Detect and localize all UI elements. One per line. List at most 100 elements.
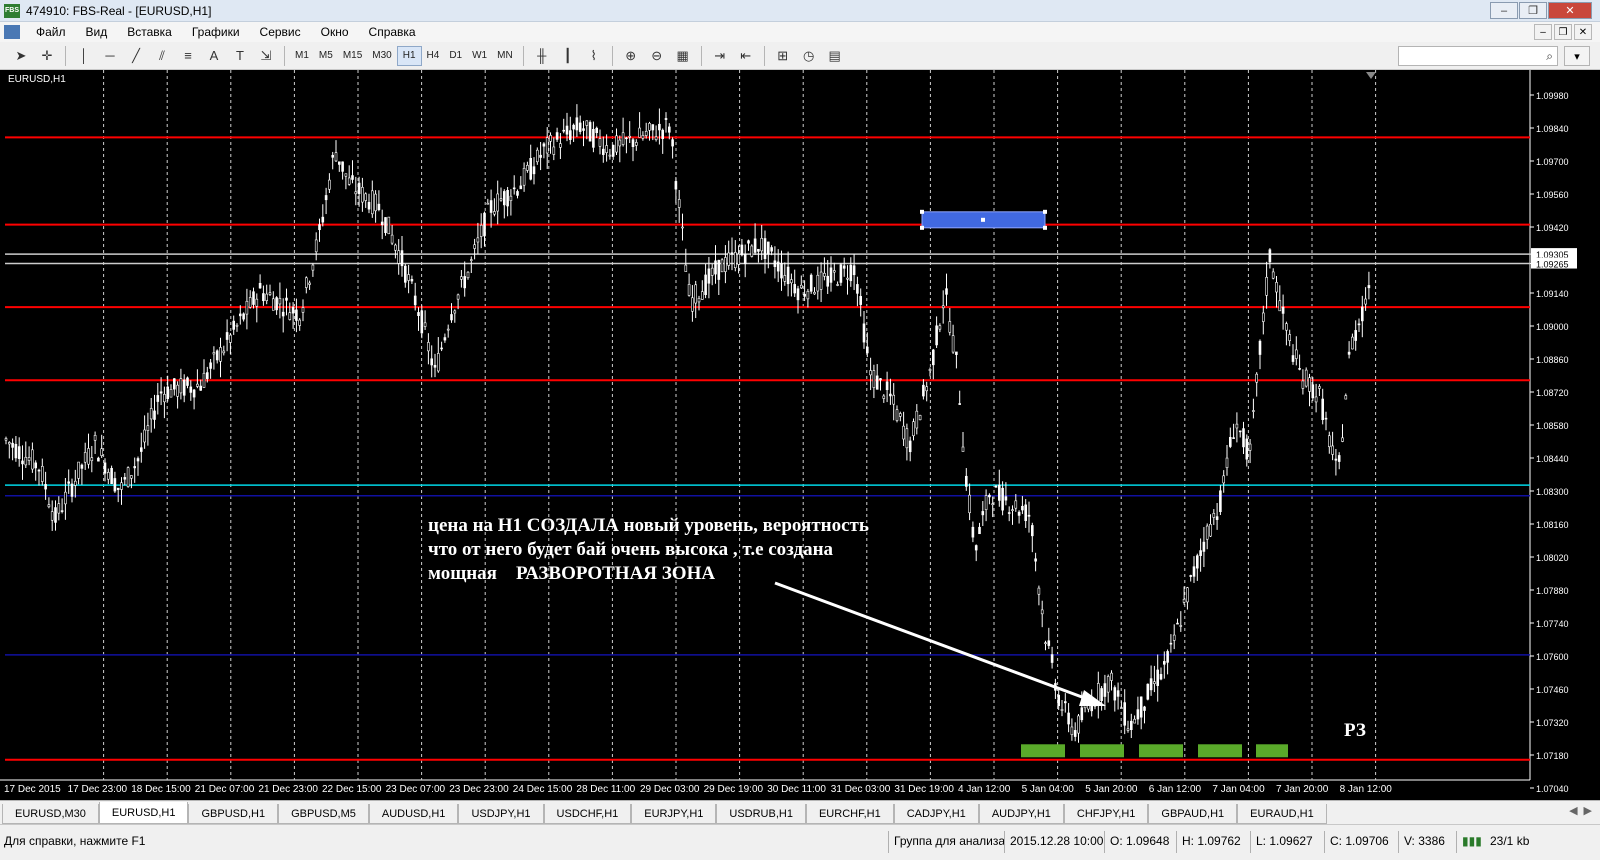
tab-eurchf-h1[interactable]: EURCHF,H1 xyxy=(805,804,894,824)
status-divider xyxy=(1398,831,1399,853)
candle-body xyxy=(1156,669,1159,686)
candle-body xyxy=(846,277,849,280)
tab-gbpusd-h1[interactable]: GBPUSD,H1 xyxy=(188,804,279,824)
channel-icon[interactable]: ⫽ xyxy=(151,45,173,67)
crosshair-icon[interactable]: ✛ xyxy=(36,45,58,67)
tab-gbpusd-m5[interactable]: GBPUSD,M5 xyxy=(278,804,369,824)
menu-help[interactable]: Справка xyxy=(359,25,426,39)
candlestick-icon[interactable]: ┃ xyxy=(557,45,579,67)
tab-cadjpy-h1[interactable]: CADJPY,H1 xyxy=(893,804,979,824)
timeframe-w1[interactable]: W1 xyxy=(467,46,492,66)
bar-chart-icon[interactable]: ╫ xyxy=(531,45,553,67)
timeframe-m1[interactable]: M1 xyxy=(290,46,314,66)
maximize-button[interactable]: ❐ xyxy=(1519,2,1547,19)
timeframe-h4[interactable]: H4 xyxy=(422,46,445,66)
zoom-out-icon[interactable]: ⊖ xyxy=(646,45,668,67)
candle-body xyxy=(908,440,912,453)
candle-body xyxy=(1080,707,1084,721)
candle-body xyxy=(1097,683,1100,703)
cursor-icon[interactable]: ➤ xyxy=(10,45,32,67)
vertical-line-icon[interactable]: │ xyxy=(73,45,95,67)
candle-body xyxy=(156,395,160,402)
candle-body xyxy=(1192,566,1196,577)
candle-body xyxy=(427,342,430,352)
tab-audjpy-h1[interactable]: AUDJPY,H1 xyxy=(978,804,1064,824)
line-chart-icon[interactable]: ⌇ xyxy=(583,45,605,67)
menu-file[interactable]: Файл xyxy=(26,25,76,39)
candle-body xyxy=(681,226,684,229)
candle-body xyxy=(964,475,968,487)
candle-body xyxy=(163,394,166,403)
document-icon[interactable] xyxy=(4,25,20,39)
zoom-in-icon[interactable]: ⊕ xyxy=(620,45,642,67)
horizontal-line-icon[interactable]: ─ xyxy=(99,45,121,67)
minimize-button[interactable]: ‒ xyxy=(1490,2,1518,19)
menu-view[interactable]: Вид xyxy=(76,25,118,39)
timeframe-mn[interactable]: MN xyxy=(492,46,518,66)
timeframe-h1[interactable]: H1 xyxy=(396,45,422,66)
search-dropdown-button[interactable]: ▾ xyxy=(1564,46,1590,66)
menu-insert[interactable]: Вставка xyxy=(117,25,182,39)
tab-usdjpy-h1[interactable]: USDJPY,H1 xyxy=(458,804,544,824)
trendline-icon[interactable]: ╱ xyxy=(125,45,147,67)
candle-body xyxy=(453,310,457,314)
time-tick-label: 6 Jan 12:00 xyxy=(1149,784,1202,795)
candle-body xyxy=(50,511,54,521)
search-icon[interactable]: ⌕ xyxy=(1546,49,1553,64)
candle-body xyxy=(1106,676,1110,693)
timeframe-m15[interactable]: M15 xyxy=(338,46,367,66)
mdi-close-button[interactable]: ✕ xyxy=(1574,24,1592,40)
candle-body xyxy=(1070,726,1074,735)
timeframe-m30[interactable]: M30 xyxy=(367,46,396,66)
menu-charts[interactable]: Графики xyxy=(182,25,250,39)
timeframe-m5[interactable]: M5 xyxy=(314,46,338,66)
connection-icon: ▮▮▮ xyxy=(1462,834,1482,848)
timeframe-d1[interactable]: D1 xyxy=(444,46,467,66)
search-input[interactable]: ⌕ xyxy=(1398,46,1558,66)
tab-eurusd-h1[interactable]: EURUSD,H1 xyxy=(98,802,189,824)
candle-body xyxy=(182,379,186,396)
tab-euraud-h1[interactable]: EURAUD,H1 xyxy=(1237,804,1327,824)
candle-body xyxy=(133,466,136,469)
price-tick-label: 1.07180 xyxy=(1536,751,1569,761)
mdi-restore-button[interactable]: ❐ xyxy=(1554,24,1572,40)
periods-icon[interactable]: ◷ xyxy=(798,45,820,67)
candle-body xyxy=(493,211,496,215)
candle-body xyxy=(786,266,790,285)
menu-tools[interactable]: Сервис xyxy=(250,25,311,39)
fibonacci-icon[interactable]: ≡ xyxy=(177,45,199,67)
annotation-arrow-line xyxy=(774,581,1091,702)
candle-body xyxy=(446,328,450,331)
candle-body xyxy=(875,375,879,390)
tab-eurjpy-h1[interactable]: EURJPY,H1 xyxy=(631,804,717,824)
templates-icon[interactable]: ▤ xyxy=(824,45,846,67)
tab-usdchf-h1[interactable]: USDCHF,H1 xyxy=(543,804,632,824)
candle-body xyxy=(377,203,381,211)
chart-shift-icon[interactable]: ⇤ xyxy=(735,45,757,67)
candle-body xyxy=(1238,430,1242,433)
tile-windows-icon[interactable]: ▦ xyxy=(672,45,694,67)
text-icon[interactable]: A xyxy=(203,45,225,67)
tab-usdrub-h1[interactable]: USDRUB,H1 xyxy=(716,804,806,824)
shapes-dropdown-icon[interactable]: ⇲ xyxy=(255,45,277,67)
tab-audusd-h1[interactable]: AUDUSD,H1 xyxy=(368,804,459,824)
candle-body xyxy=(994,485,998,488)
candle-body xyxy=(1248,443,1252,451)
candle-body xyxy=(331,154,335,158)
chart-canvas[interactable]: 17 Dec 2015 17 Dec 23:00 18 Dec 15:00 21 De… xyxy=(0,70,1600,800)
close-button[interactable]: ✕ xyxy=(1548,2,1592,19)
tab-scroll-right-icon[interactable]: ▶ xyxy=(1584,804,1592,817)
tab-gbpaud-h1[interactable]: GBPAUD,H1 xyxy=(1148,804,1238,824)
auto-scroll-icon[interactable]: ⇥ xyxy=(709,45,731,67)
indicators-icon[interactable]: ⊞ xyxy=(772,45,794,67)
mdi-minimize-button[interactable]: ‒ xyxy=(1534,24,1552,40)
text-label-icon[interactable]: T xyxy=(229,45,251,67)
tab-eurusd-m30[interactable]: EURUSD,M30 xyxy=(2,804,99,824)
tab-scroll-left-icon[interactable]: ◀ xyxy=(1569,804,1577,817)
candle-body xyxy=(717,259,721,280)
price-chart[interactable]: 17 Dec 2015 17 Dec 23:00 18 Dec 15:00 21 De… xyxy=(0,70,1600,800)
candle-body xyxy=(1067,712,1070,725)
menu-window[interactable]: Окно xyxy=(311,25,359,39)
candle-body xyxy=(394,244,397,251)
tab-chfjpy-h1[interactable]: CHFJPY,H1 xyxy=(1063,804,1149,824)
